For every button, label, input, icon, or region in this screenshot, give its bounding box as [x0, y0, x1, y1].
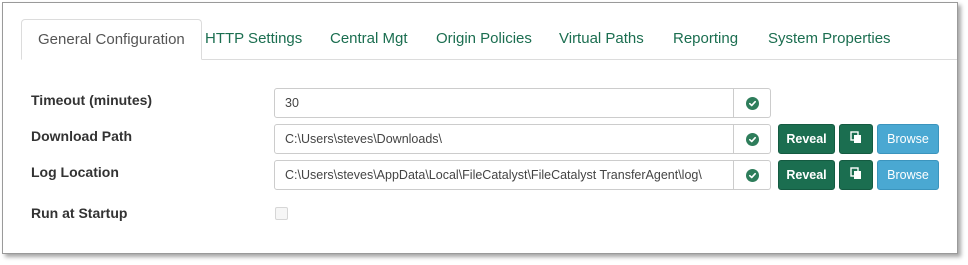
tab-http-settings[interactable]: HTTP Settings	[189, 19, 318, 60]
tab-general-configuration[interactable]: General Configuration	[21, 19, 202, 60]
tab-system-properties[interactable]: System Properties	[752, 19, 907, 60]
run-at-startup-label: Run at Startup	[31, 205, 128, 221]
tab-central-mgt[interactable]: Central Mgt	[314, 19, 424, 60]
tab-virtual-paths[interactable]: Virtual Paths	[543, 19, 660, 60]
copy-icon	[850, 131, 862, 147]
tab-reporting[interactable]: Reporting	[657, 19, 754, 60]
download-path-input[interactable]: C:\Users\steves\Downloads\	[274, 124, 734, 154]
log-location-status	[734, 160, 771, 190]
timeout-status	[734, 88, 771, 118]
copy-icon	[850, 167, 862, 183]
check-circle-icon	[745, 168, 759, 182]
timeout-label: Timeout (minutes)	[31, 92, 153, 108]
log-location-browse-button[interactable]: Browse	[877, 160, 939, 190]
download-path-label: Download Path	[31, 128, 133, 144]
log-location-input[interactable]: C:\Users\steves\AppData\Local\FileCataly…	[274, 160, 734, 190]
run-at-startup-checkbox[interactable]	[275, 207, 288, 220]
log-location-label: Log Location	[31, 164, 119, 180]
check-circle-icon	[745, 96, 759, 110]
tab-bar: General Configuration HTTP Settings Cent…	[3, 3, 957, 60]
log-location-reveal-button[interactable]: Reveal	[778, 160, 835, 190]
download-path-reveal-button[interactable]: Reveal	[778, 124, 835, 154]
settings-panel: General Configuration HTTP Settings Cent…	[2, 2, 958, 254]
download-path-copy-button[interactable]	[839, 124, 873, 154]
tab-origin-policies[interactable]: Origin Policies	[420, 19, 548, 60]
timeout-input[interactable]: 30	[274, 88, 734, 118]
check-circle-icon	[745, 132, 759, 146]
log-location-copy-button[interactable]	[839, 160, 873, 190]
download-path-status	[734, 124, 771, 154]
download-path-browse-button[interactable]: Browse	[877, 124, 939, 154]
